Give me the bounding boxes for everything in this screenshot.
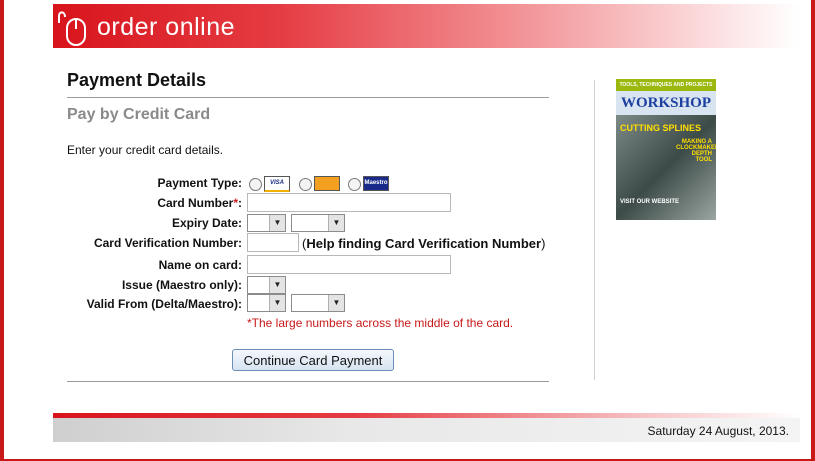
chevron-down-icon: ▼ — [328, 295, 344, 311]
cvn-input[interactable] — [247, 233, 299, 252]
intro-text: Enter your credit card details. — [67, 143, 224, 157]
card-number-input[interactable] — [247, 193, 451, 212]
paren-close: ) — [541, 236, 546, 251]
maestro-card-icon: Maestro — [363, 176, 389, 191]
card-number-label: Card Number*: — [157, 196, 242, 210]
chevron-down-icon: ▼ — [328, 215, 344, 231]
visa-radio[interactable] — [249, 178, 262, 191]
cvn-note: *The large numbers across the middle of … — [247, 316, 514, 330]
cvn-help-link[interactable]: Help finding Card Verification Number — [306, 236, 541, 251]
issue-label: Issue (Maestro only): — [121, 278, 242, 292]
footer-date: Saturday 24 August, 2013. — [647, 424, 789, 438]
continue-card-payment-button[interactable]: Continue Card Payment — [232, 349, 394, 371]
visa-card-icon: VISA — [264, 176, 290, 192]
page-title: Payment Details — [67, 70, 207, 90]
main-content: Payment Details Pay by Credit Card Enter… — [53, 50, 800, 412]
mastercard-radio[interactable] — [299, 178, 312, 191]
mastercard-card-icon — [314, 176, 340, 191]
valid-from-label: Valid From (Delta/Maestro): — [86, 297, 242, 311]
cvn-label: Card Verification Number: — [93, 236, 242, 250]
expiry-year-select[interactable]: ▼ — [291, 214, 345, 232]
mouse-icon — [58, 11, 86, 46]
magazine-title: WORKSHOP — [616, 91, 716, 115]
footer: Saturday 24 August, 2013. — [53, 418, 800, 442]
magazine-cover-line: VISIT OUR WEBSITE — [620, 199, 680, 205]
cvn-help: (Help finding Card Verification Number) — [302, 236, 545, 251]
payment-type-label: Payment Type: — [157, 176, 242, 190]
expiry-month-select[interactable]: ▼ — [247, 214, 286, 232]
magazine-cover-image: TOOLS, TECHNIQUES AND PROJECTS WORKSHOP … — [616, 79, 716, 220]
valid-from-month-select[interactable]: ▼ — [247, 294, 286, 312]
header-banner: order online — [53, 4, 800, 48]
magazine-top-banner: TOOLS, TECHNIQUES AND PROJECTS — [616, 79, 716, 91]
chevron-down-icon: ▼ — [269, 215, 285, 231]
brand-title: order online — [97, 13, 236, 41]
issue-select[interactable]: ▼ — [247, 276, 286, 294]
expiry-date-label: Expiry Date: — [171, 216, 242, 230]
name-on-card-input[interactable] — [247, 255, 451, 274]
label-colon: : — [238, 196, 242, 210]
name-on-card-label: Name on card: — [158, 258, 242, 272]
chevron-down-icon: ▼ — [269, 277, 285, 293]
magazine-cover-line: MAKING A CLOCKMAKER'S DEPTH TOOL — [676, 139, 716, 163]
divider — [67, 381, 549, 382]
section-subtitle: Pay by Credit Card — [67, 106, 211, 123]
divider — [67, 97, 549, 98]
maestro-radio[interactable] — [348, 178, 361, 191]
magazine-cover-line: CUTTING SPLINES — [620, 123, 702, 133]
card-number-label-text: Card Number — [157, 196, 234, 210]
valid-from-year-select[interactable]: ▼ — [291, 294, 345, 312]
column-divider — [594, 80, 595, 380]
chevron-down-icon: ▼ — [269, 295, 285, 311]
